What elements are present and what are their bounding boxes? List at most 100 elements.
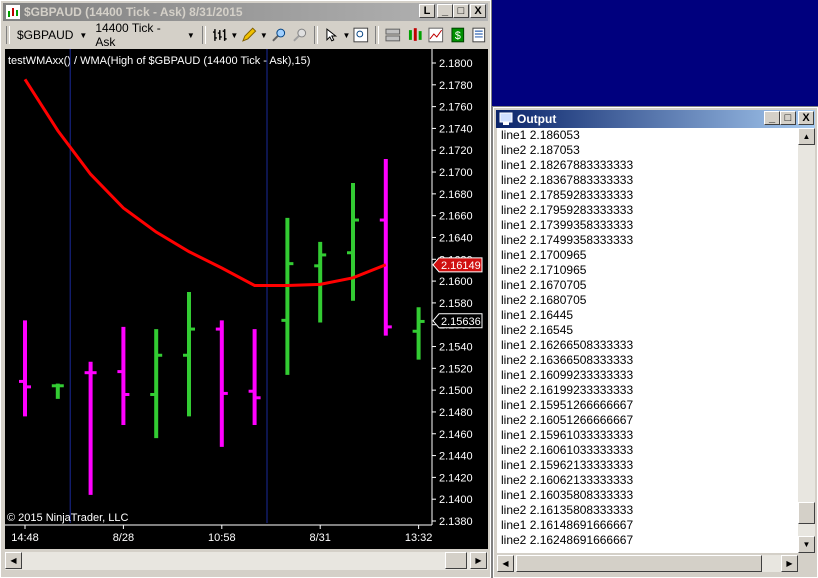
- output-line: line2 2.187053: [501, 143, 580, 157]
- scroll-thumb[interactable]: [516, 555, 762, 572]
- x-tick-label: 8/31: [309, 532, 330, 544]
- output-line: line1 2.16035808333333: [501, 488, 634, 502]
- y-tick-label: 2.1720: [439, 145, 473, 157]
- y-tick-label: 2.1600: [439, 276, 473, 288]
- scroll-left-button[interactable]: ◀: [5, 552, 22, 569]
- chart-window-title: $GBPAUD (14400 Tick - Ask) 8/31/2015: [24, 5, 243, 19]
- scroll-up-button[interactable]: ▲: [798, 128, 815, 145]
- y-tick-label: 2.1780: [439, 80, 473, 92]
- panel-layout-icon[interactable]: [385, 27, 401, 43]
- chart-titlebar[interactable]: $GBPAUD (14400 Tick - Ask) 8/31/2015: [3, 3, 488, 21]
- wma-line: [23, 78, 387, 287]
- y-tick-label: 2.1380: [439, 516, 473, 528]
- x-tick-label: 10:58: [208, 532, 236, 544]
- scroll-down-button[interactable]: ▼: [798, 536, 815, 553]
- chevron-down-icon[interactable]: ▼: [260, 31, 268, 40]
- output-line: line2 2.17959283333333: [501, 203, 634, 217]
- y-tick-label: 2.1660: [439, 211, 473, 223]
- y-tick-label: 2.1460: [439, 429, 473, 441]
- toolbar-separator: [313, 26, 318, 44]
- y-tick-label: 2.1500: [439, 385, 473, 397]
- output-line: line2 2.16248691666667: [501, 533, 634, 547]
- last-price-label: 2.16149: [441, 260, 481, 272]
- scroll-right-button[interactable]: ▶: [781, 555, 798, 572]
- toolbar-separator: [375, 26, 379, 44]
- bar-type-icon[interactable]: [212, 27, 228, 43]
- scroll-thumb[interactable]: [798, 502, 815, 524]
- output-line: line2 2.16545: [501, 323, 574, 337]
- minimize-button[interactable]: _: [764, 111, 780, 125]
- y-tick-label: 2.1700: [439, 167, 473, 179]
- cursor-pointer-icon[interactable]: [324, 27, 340, 43]
- y-tick-label: 2.1480: [439, 407, 473, 419]
- output-line: line2 2.17499358333333: [501, 233, 634, 247]
- maximize-button[interactable]: □: [453, 4, 469, 18]
- y-tick-label: 2.1640: [439, 232, 473, 244]
- minimize-button[interactable]: _: [437, 4, 453, 18]
- scroll-left-button[interactable]: ◀: [497, 555, 514, 572]
- output-line: line1 2.1670705: [501, 278, 587, 292]
- pencil-draw-icon[interactable]: [241, 27, 257, 43]
- indicators-icon[interactable]: [428, 27, 444, 43]
- svg-text:$: $: [455, 30, 461, 42]
- output-window-title: Output: [517, 112, 557, 126]
- instrument-selector[interactable]: $GBPAUD ▼: [13, 25, 91, 45]
- output-line: line1 2.16266508333333: [501, 338, 634, 352]
- scroll-thumb[interactable]: [445, 552, 467, 569]
- y-tick-label: 2.1440: [439, 451, 473, 463]
- output-line: line1 2.17399358333333: [501, 218, 634, 232]
- output-line: line2 2.16199233333333: [501, 383, 634, 397]
- instrument-label: $GBPAUD: [16, 28, 74, 42]
- output-vertical-scrollbar[interactable]: ▲ ▼: [798, 128, 815, 553]
- output-horizontal-scrollbar[interactable]: ◀ ▶: [497, 555, 798, 572]
- output-line: line2 2.16061033333333: [501, 443, 634, 457]
- output-line: line2 2.16062133333333: [501, 473, 634, 487]
- y-tick-label: 2.1420: [439, 472, 473, 484]
- output-line: line1 2.17859283333333: [501, 188, 634, 202]
- output-line: line1 2.16148691666667: [501, 518, 634, 532]
- output-text-area[interactable]: line1 2.186053 line2 2.187053 line1 2.1826…: [497, 128, 798, 553]
- x-tick-label: 8/28: [113, 532, 134, 544]
- scroll-right-button[interactable]: ▶: [470, 552, 487, 569]
- chevron-down-icon[interactable]: ▼: [342, 31, 350, 40]
- strategy-icon[interactable]: [407, 27, 423, 43]
- y-tick-label: 2.1760: [439, 102, 473, 114]
- y-tick-label: 2.1540: [439, 342, 473, 354]
- current-price-label: 2.15636: [441, 316, 481, 328]
- indicator-label: testWMAxx() / WMA(High of $GBPAUD (14400…: [8, 55, 310, 67]
- output-line: line2 2.16135808333333: [501, 503, 634, 517]
- chart-toolbar: $GBPAUD ▼ 14400 Tick - Ask ▼ ▼ ▼ ▼ $: [3, 21, 490, 49]
- period-selector[interactable]: 14400 Tick - Ask ▼: [91, 21, 198, 49]
- data-box-icon[interactable]: [353, 27, 369, 43]
- y-tick-label: 2.1520: [439, 363, 473, 375]
- chart-horizontal-scrollbar[interactable]: ◀ ▶: [5, 552, 488, 570]
- output-line: line2 2.16366508333333: [501, 353, 634, 367]
- chevron-down-icon: ▼: [79, 30, 88, 40]
- close-button[interactable]: X: [470, 4, 486, 18]
- zoom-in-icon[interactable]: [271, 27, 287, 43]
- price-chart-svg: testWMAxx() / WMA(High of $GBPAUD (14400…: [5, 49, 483, 544]
- output-line: line2 2.16051266666667: [501, 413, 634, 427]
- y-tick-label: 2.1800: [439, 58, 473, 70]
- x-tick-label: 14:48: [11, 532, 39, 544]
- output-line: line2 2.1710965: [501, 263, 587, 277]
- chart-window: $GBPAUD (14400 Tick - Ask) 8/31/2015 L _…: [0, 0, 492, 578]
- order-entry-icon[interactable]: $: [450, 27, 466, 43]
- zoom-out-icon[interactable]: [292, 27, 308, 43]
- y-tick-label: 2.1580: [439, 298, 473, 310]
- output-line: line1 2.15951266666667: [501, 398, 634, 412]
- output-line: line1 2.186053: [501, 128, 580, 142]
- chevron-down-icon: ▼: [186, 30, 195, 40]
- maximize-button[interactable]: □: [780, 111, 796, 125]
- output-line: line2 2.18367883333333: [501, 173, 634, 187]
- period-label: 14400 Tick - Ask: [95, 21, 161, 49]
- y-tick-label: 2.1680: [439, 189, 473, 201]
- link-button[interactable]: L: [419, 4, 435, 18]
- price-chart[interactable]: testWMAxx() / WMA(High of $GBPAUD (14400…: [5, 49, 488, 549]
- output-window-icon: [499, 112, 513, 125]
- output-line: line1 2.16445: [501, 308, 574, 322]
- y-tick-label: 2.1400: [439, 494, 473, 506]
- close-button[interactable]: X: [798, 111, 814, 125]
- chevron-down-icon[interactable]: ▼: [230, 31, 238, 40]
- properties-icon[interactable]: [471, 27, 487, 43]
